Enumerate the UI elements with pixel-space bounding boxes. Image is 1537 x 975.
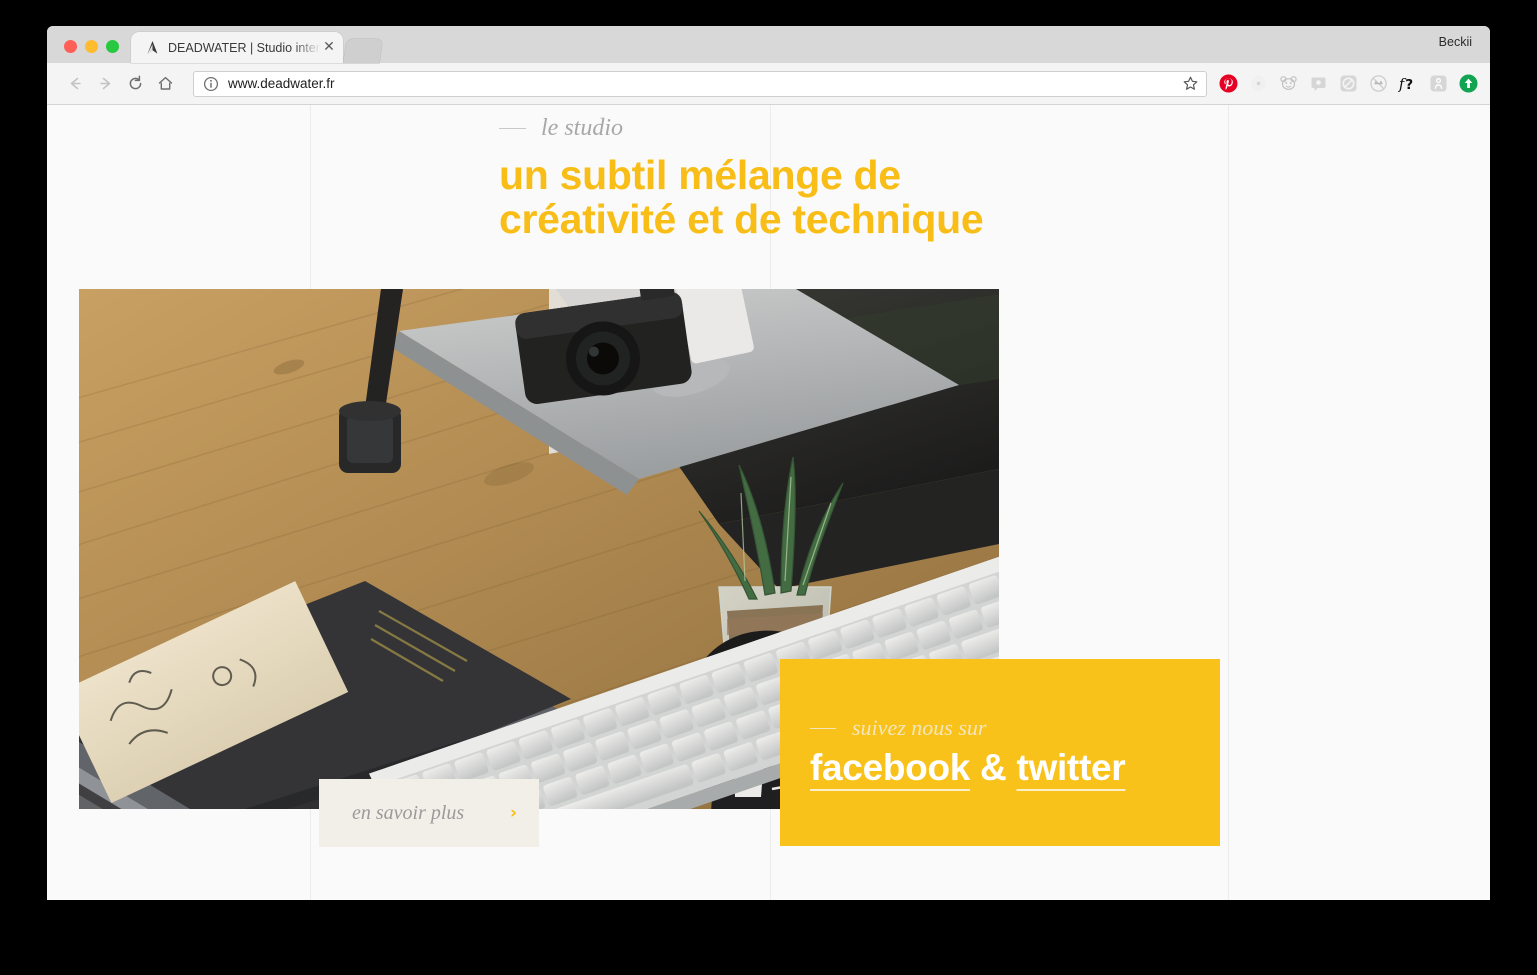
social-eyebrow: suivez nous sur [810,715,1220,741]
window-controls [47,40,129,63]
facebook-link[interactable]: facebook [810,747,970,788]
chevron-right-icon: › [509,803,517,823]
profile-name-label[interactable]: Beckii [1439,35,1472,49]
studio-eyebrow-label: le studio [541,115,623,141]
reload-icon[interactable] [121,70,149,98]
close-window-button[interactable] [64,40,77,53]
back-arrow-icon[interactable] [61,70,89,98]
svg-text:?: ? [1405,77,1413,93]
tab-title: DEADWATER | Studio interactif [168,40,321,55]
twitter-link[interactable]: twitter [1016,747,1125,788]
learn-more-button[interactable]: en savoir plus › [319,779,539,847]
minimize-window-button[interactable] [85,40,98,53]
social-eyebrow-rule [810,727,836,729]
address-bar[interactable]: www.deadwater.fr [193,70,1207,97]
browser-toolbar: www.deadwater.fr f ? [47,63,1490,105]
green-upload-extension-icon[interactable] [1458,74,1478,94]
social-links: facebook & twitter [810,747,1220,789]
bookmark-star-icon[interactable] [1182,75,1200,93]
f-question-extension-icon[interactable]: f ? [1398,74,1418,94]
close-tab-button[interactable]: ✕ [321,39,337,56]
person-extension-icon[interactable] [1428,74,1448,94]
headline-line-1: un subtil mélange de [499,152,901,198]
new-tab-button[interactable] [343,39,383,63]
tab-strip: DEADWATER | Studio interactif ✕ Beckii [47,26,1490,63]
social-panel: suivez nous sur facebook & twitter [780,659,1220,846]
studio-heading-block: le studio un subtil mélange de créativit… [499,115,984,243]
crossed-circle-extension-icon[interactable] [1368,74,1388,94]
learn-more-label: en savoir plus [352,801,465,824]
pinterest-extension-icon[interactable] [1218,74,1238,94]
page-title: un subtil mélange de créativité et de te… [499,152,984,243]
dot-circle-extension-icon[interactable] [1248,74,1268,94]
speech-bubble-extension-icon[interactable] [1308,74,1328,94]
social-panel-content: suivez nous sur facebook & twitter [810,715,1220,789]
deadwater-logo-icon [144,40,160,56]
browser-tab[interactable]: DEADWATER | Studio interactif ✕ [131,32,343,63]
page-viewport: le studio un subtil mélange de créativit… [47,105,1490,900]
url-text[interactable]: www.deadwater.fr [228,76,1182,91]
forward-arrow-icon[interactable] [91,70,119,98]
browser-window: DEADWATER | Studio interactif ✕ Beckii [47,26,1490,900]
studio-eyebrow: le studio [499,115,983,142]
home-icon[interactable] [151,70,179,98]
bear-face-extension-icon[interactable] [1278,74,1298,94]
headline-line-2: créativité et de technique [499,196,984,243]
social-separator: & [970,747,1017,788]
eyebrow-rule [499,128,526,129]
circle-slash-extension-icon[interactable] [1338,74,1358,94]
grid-line-right [1228,105,1229,900]
site-information-icon[interactable] [203,76,219,92]
maximize-window-button[interactable] [106,40,119,53]
social-eyebrow-label: suivez nous sur [852,715,987,740]
extensions-bar: f ? [1218,74,1478,94]
